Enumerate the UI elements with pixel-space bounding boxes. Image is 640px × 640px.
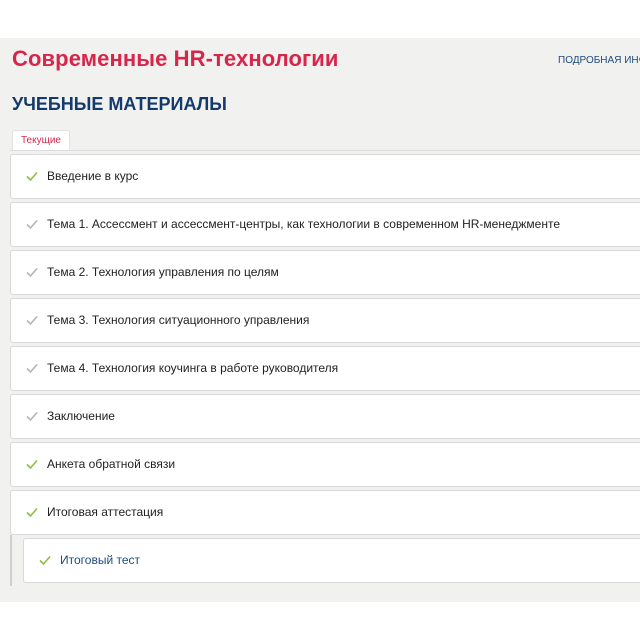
tab-current[interactable]: Текущие	[12, 130, 70, 151]
list-item-label: Заключение	[47, 409, 115, 423]
list-item[interactable]: Анкета обратной связи	[10, 442, 640, 487]
list-item-label: Тема 2. Технология управления по целям	[47, 265, 279, 279]
check-icon	[39, 555, 51, 566]
check-icon	[26, 315, 38, 326]
list-item[interactable]: Итоговая аттестация	[10, 490, 640, 535]
list-item-label: Тема 3. Технология ситуационного управле…	[47, 313, 310, 327]
course-title: Современные HR-технологии	[12, 46, 339, 71]
sublist: Итоговый тест	[10, 535, 640, 586]
list-item-label: Введение в курс	[47, 169, 139, 183]
check-icon	[26, 171, 38, 182]
list-item[interactable]: Тема 1. Ассессмент и ассессмент-центры, …	[10, 202, 640, 247]
check-icon	[26, 267, 38, 278]
section-title: УЧЕБНЫЕ МАТЕРИАЛЫ	[12, 94, 227, 114]
list-item[interactable]: Заключение	[10, 394, 640, 439]
list-item-label: Анкета обратной связи	[47, 457, 176, 471]
list-item[interactable]: Введение в курс	[10, 154, 640, 199]
materials-list: Введение в курс Тема 1. Ассессмент и асс…	[10, 150, 640, 586]
course-panel: Современные HR-технологии ПОДРОБНАЯ ИНФ …	[0, 38, 640, 602]
check-icon	[26, 219, 38, 230]
detailed-info-link[interactable]: ПОДРОБНАЯ ИНФ	[558, 55, 640, 66]
list-item-label: Тема 4. Технология коучинга в работе рук…	[47, 361, 339, 375]
list-item[interactable]: Тема 2. Технология управления по целям	[10, 250, 640, 295]
list-item-label: Тема 1. Ассессмент и ассессмент-центры, …	[47, 217, 561, 231]
check-icon	[26, 507, 38, 518]
list-item[interactable]: Тема 3. Технология ситуационного управле…	[10, 298, 640, 343]
sublist-item[interactable]: Итоговый тест	[23, 538, 640, 583]
list-item[interactable]: Тема 4. Технология коучинга в работе рук…	[10, 346, 640, 391]
list-item-label: Итоговая аттестация	[47, 505, 164, 519]
check-icon	[26, 363, 38, 374]
check-icon	[26, 459, 38, 470]
check-icon	[26, 411, 38, 422]
sublist-item-label: Итоговый тест	[60, 553, 141, 567]
